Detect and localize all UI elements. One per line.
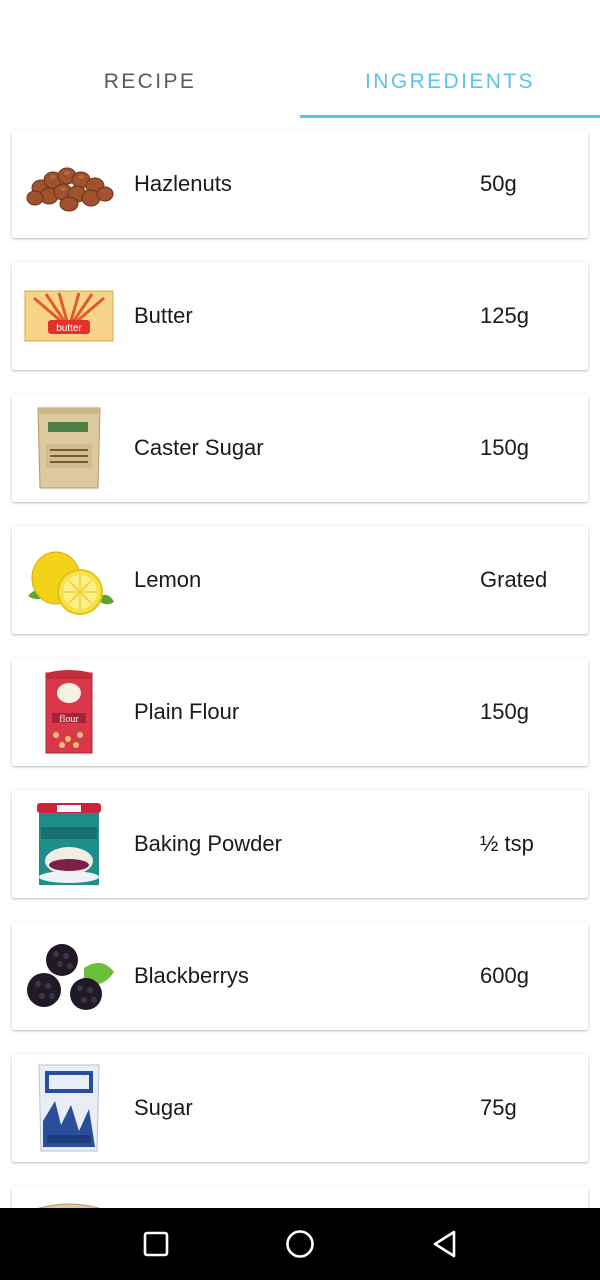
ingredient-amount: ½ tsp: [480, 831, 534, 856]
ingredient-card-caster-sugar[interactable]: Caster Sugar 150g: [12, 394, 588, 502]
ingredient-name: Caster Sugar: [134, 435, 264, 460]
svg-text:flour: flour: [59, 714, 79, 725]
ingredient-name: Plain Flour: [134, 699, 240, 724]
ingredient-amount: Grated: [480, 567, 548, 592]
ingredient-name: Butter: [134, 303, 193, 328]
ingredient-card-partial[interactable]: [12, 1186, 588, 1208]
ingredient-card-blackberrys[interactable]: Blackberrys 600g: [12, 922, 588, 1030]
ingredient-card-lemon[interactable]: Lemon Grated: [12, 526, 588, 634]
sugar-bag-image: [20, 1059, 118, 1157]
ingredient-amount: 125g: [480, 303, 529, 328]
ingredient-card-butter[interactable]: butter Butter 125g: [12, 262, 588, 370]
home-circle-icon[interactable]: [282, 1226, 318, 1262]
ingredient-name: Hazlenuts: [134, 171, 232, 196]
lemon-image: [20, 531, 118, 629]
baking-powder-tub-image: [20, 795, 118, 893]
recents-square-icon[interactable]: [138, 1226, 174, 1262]
ingredient-name: Lemon: [134, 567, 202, 592]
blackberries-image: [20, 927, 118, 1025]
tab-ingredients[interactable]: INGREDIENTS: [300, 0, 600, 118]
ingredient-amount: 75g: [480, 1095, 517, 1120]
ingredient-card-sugar[interactable]: Sugar 75g: [12, 1054, 588, 1162]
ingredient-amount: 600g: [480, 963, 529, 988]
ingredient-image-partial: [20, 1191, 118, 1208]
back-triangle-icon[interactable]: [426, 1226, 462, 1262]
ingredient-card-hazlenuts[interactable]: Hazlenuts 50g: [12, 130, 588, 238]
caster-sugar-bag-image: [20, 399, 118, 497]
ingredient-name: Blackberrys: [134, 963, 249, 988]
ingredient-name: Baking Powder: [134, 831, 282, 856]
system-navigation-bar: [0, 1208, 600, 1280]
ingredient-name: Sugar: [134, 1095, 193, 1120]
ingredient-amount: 50g: [480, 171, 517, 196]
ingredient-card-plain-flour[interactable]: flour Plain Flour 150g: [12, 658, 588, 766]
ingredient-list[interactable]: Hazlenuts 50g butter Butter 125g Caster …: [0, 118, 600, 1208]
ingredient-amount: 150g: [480, 435, 529, 460]
butter-image: butter: [20, 267, 118, 365]
svg-text:butter: butter: [56, 323, 82, 334]
ingredient-amount: 150g: [480, 699, 529, 724]
flour-bag-image: flour: [20, 663, 118, 761]
tab-bar: RECIPE INGREDIENTS: [0, 0, 600, 118]
hazelnuts-image: [20, 135, 118, 233]
ingredient-card-baking-powder[interactable]: Baking Powder ½ tsp: [12, 790, 588, 898]
tab-recipe[interactable]: RECIPE: [0, 0, 300, 118]
